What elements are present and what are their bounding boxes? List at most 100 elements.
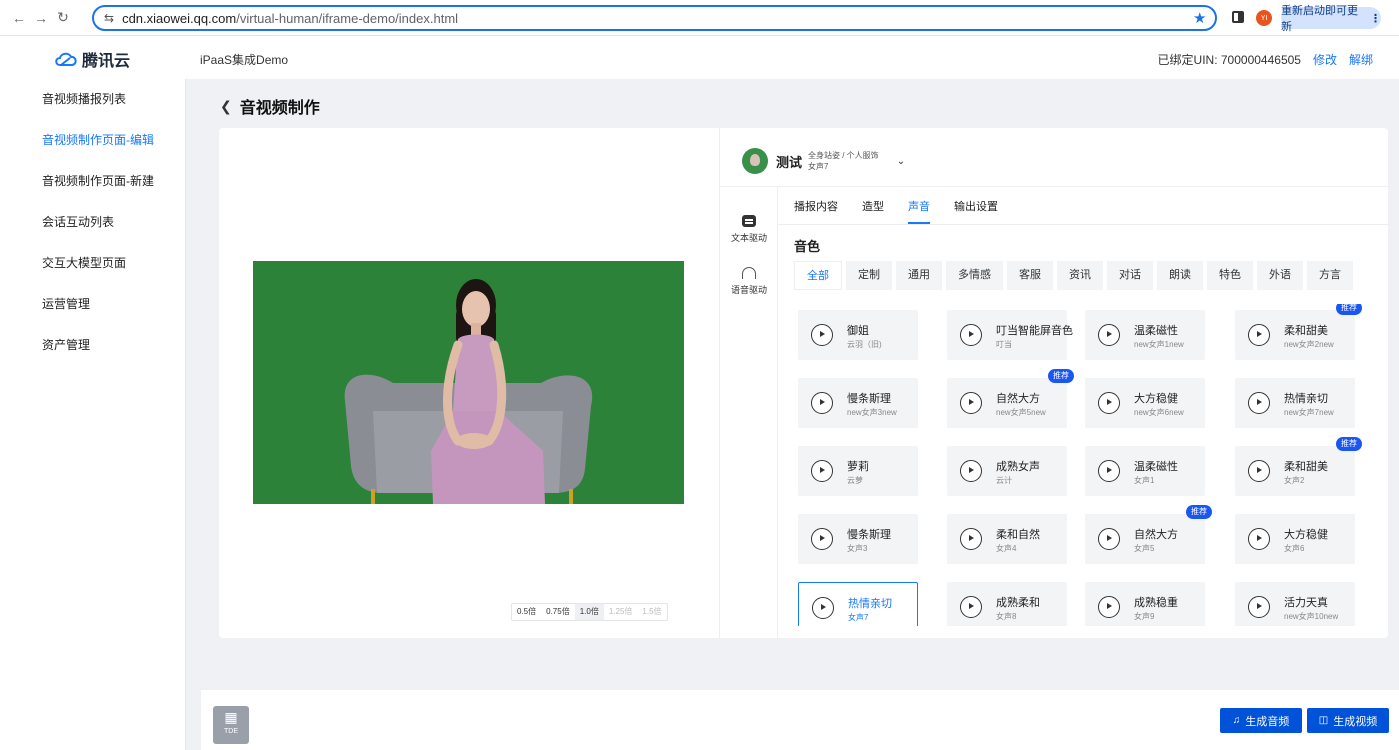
generate-audio-button[interactable]: ♫ 生成音频 <box>1220 708 1302 733</box>
edit-uin-link[interactable]: 修改 <box>1313 51 1337 68</box>
voice-card-grid: 御姐 云羽（旧) 叮当智能屏音色 叮当 温柔磁性 new女声1new 柔和甜美 new女声2n… <box>794 304 1374 626</box>
unbind-uin-link[interactable]: 解绑 <box>1349 51 1373 68</box>
voice-card[interactable]: 温柔磁性 new女声1new <box>1085 310 1205 360</box>
sidebar-item-broadcast-list[interactable]: 音视频播报列表 <box>0 79 185 120</box>
tde-logo: ▦ TDE <box>213 706 249 744</box>
voice-card[interactable]: 成熟稳重 女声9 <box>1085 582 1205 626</box>
video-camera-icon: ◫ <box>1318 715 1329 726</box>
play-icon[interactable] <box>811 460 833 482</box>
play-icon[interactable] <box>960 528 982 550</box>
voice-name: 柔和甜美 <box>1284 325 1328 337</box>
sidebar-item-assets[interactable]: 资产管理 <box>0 325 185 366</box>
speed-option[interactable]: 0.5倍 <box>512 604 541 620</box>
play-icon[interactable] <box>1098 392 1120 414</box>
filter-foreign[interactable]: 外语 <box>1257 261 1303 290</box>
voice-card[interactable]: 萝莉 云萝 <box>798 446 918 496</box>
voice-card[interactable]: 大方稳健 女声6 <box>1235 514 1355 564</box>
play-icon[interactable] <box>1248 324 1270 346</box>
voice-card[interactable]: 大方稳健 new女声6new <box>1085 378 1205 428</box>
voice-card[interactable]: 御姐 云羽（旧) <box>798 310 918 360</box>
config-panel: 测试 全身站姿 / 个人服饰 女声7 ⌄ 文本驱动 语音驱动 播报内容 造型 声… <box>719 128 1389 638</box>
profile-avatar[interactable]: YI <box>1256 10 1272 26</box>
filter-dialogue[interactable]: 对话 <box>1107 261 1153 290</box>
site-settings-icon[interactable]: ⇆ <box>104 11 114 25</box>
voice-card[interactable]: 活力天真 new女声10new <box>1235 582 1355 626</box>
avatar-preview-video[interactable] <box>253 261 684 504</box>
sidebar-item-session-list[interactable]: 会话互动列表 <box>0 202 185 243</box>
voice-name: 温柔磁性 <box>1134 461 1178 473</box>
play-icon[interactable] <box>1248 596 1270 618</box>
sidebar-item-operations[interactable]: 运营管理 <box>0 284 185 325</box>
reload-icon[interactable]: ↻ <box>52 7 74 29</box>
voice-card[interactable]: 柔和甜美 new女声2new 推荐 <box>1235 304 1362 360</box>
play-icon[interactable] <box>1248 392 1270 414</box>
voice-card[interactable]: 慢条斯理 new女声3new <box>798 378 918 428</box>
play-icon[interactable] <box>811 324 833 346</box>
document-icon <box>742 215 756 227</box>
avatar-figure-image <box>253 261 684 504</box>
play-icon[interactable] <box>1098 460 1120 482</box>
tde-logo-text: TDE <box>224 728 238 735</box>
filter-emotional[interactable]: 多情感 <box>946 261 1003 290</box>
voice-card[interactable]: 热情亲切 new女声7new <box>1235 378 1355 428</box>
voice-name: 柔和甜美 <box>1284 461 1328 473</box>
text-drive-mode[interactable]: 文本驱动 <box>720 215 778 244</box>
voice-card[interactable]: 柔和甜美 女声2 推荐 <box>1235 437 1362 496</box>
update-button[interactable]: 重新启动即可更新 ⋮ <box>1281 5 1381 33</box>
divider <box>778 224 1389 225</box>
play-icon[interactable] <box>960 460 982 482</box>
sidebar-item-production-new[interactable]: 音视频制作页面-新建 <box>0 161 185 202</box>
tab-broadcast-content[interactable]: 播报内容 <box>794 198 838 224</box>
tab-output-settings[interactable]: 输出设置 <box>954 198 998 224</box>
play-icon[interactable] <box>811 528 833 550</box>
speed-option-selected[interactable]: 1.0倍 <box>574 604 604 620</box>
play-icon[interactable] <box>1098 596 1120 618</box>
forward-arrow-icon[interactable]: → <box>30 7 52 29</box>
filter-featured[interactable]: 特色 <box>1207 261 1253 290</box>
filter-news[interactable]: 资讯 <box>1057 261 1103 290</box>
cloud-logo-icon <box>55 52 77 66</box>
play-icon[interactable] <box>1098 324 1120 346</box>
filter-custom[interactable]: 定制 <box>846 261 892 290</box>
voice-card[interactable]: 热情亲切 女声7 <box>798 582 918 626</box>
filter-reading[interactable]: 朗读 <box>1157 261 1203 290</box>
play-icon[interactable] <box>812 597 834 619</box>
voice-card[interactable]: 自然大方 new女声5new 推荐 <box>947 369 1074 428</box>
play-icon[interactable] <box>811 392 833 414</box>
filter-all[interactable]: 全部 <box>794 261 842 290</box>
tab-appearance[interactable]: 造型 <box>862 198 884 224</box>
play-icon[interactable] <box>960 324 982 346</box>
play-icon[interactable] <box>1098 528 1120 550</box>
voice-card[interactable]: 成熟柔和 女声8 <box>947 582 1067 626</box>
play-icon[interactable] <box>1248 460 1270 482</box>
tab-voice[interactable]: 声音 <box>908 198 930 224</box>
voice-id: 云羽（旧) <box>847 340 882 349</box>
voice-card[interactable]: 成熟女声 云计 <box>947 446 1067 496</box>
play-icon[interactable] <box>960 596 982 618</box>
voice-card[interactable]: 自然大方 女声5 推荐 <box>1085 505 1212 564</box>
voice-id: new女声6new <box>1134 408 1184 417</box>
filter-dialect[interactable]: 方言 <box>1307 261 1353 290</box>
tencent-cloud-logo[interactable]: 腾讯云 <box>54 47 130 71</box>
filter-service[interactable]: 客服 <box>1007 261 1053 290</box>
back-chevron-icon[interactable]: ❮ <box>220 98 232 115</box>
voice-card[interactable]: 温柔磁性 女声1 <box>1085 446 1205 496</box>
chevron-down-icon[interactable]: ⌄ <box>897 156 905 167</box>
bottom-action-bar: ▦ TDE ♫ 生成音频 ◫ 生成视频 <box>201 690 1399 750</box>
voice-card[interactable]: 叮当智能屏音色 叮当 <box>947 310 1073 360</box>
bookmark-star-icon[interactable]: ★ <box>1193 9 1206 27</box>
filter-general[interactable]: 通用 <box>896 261 942 290</box>
address-bar[interactable]: ⇆ cdn.xiaowei.qq.com/virtual-human/ifram… <box>92 5 1217 31</box>
avatar-selector[interactable]: 测试 全身站姿 / 个人服饰 女声7 ⌄ <box>742 148 905 174</box>
play-icon[interactable] <box>960 392 982 414</box>
generate-video-button[interactable]: ◫ 生成视频 <box>1307 708 1389 733</box>
play-icon[interactable] <box>1248 528 1270 550</box>
voice-drive-mode[interactable]: 语音驱动 <box>720 267 778 296</box>
back-arrow-icon[interactable]: ← <box>8 7 30 29</box>
voice-card[interactable]: 慢条斯理 女声3 <box>798 514 918 564</box>
sidebar-item-production-edit[interactable]: 音视频制作页面-编辑 <box>0 120 185 161</box>
sidebar-item-llm-page[interactable]: 交互大模型页面 <box>0 243 185 284</box>
side-panel-icon[interactable] <box>1232 11 1244 23</box>
voice-card[interactable]: 柔和自然 女声4 <box>947 514 1067 564</box>
speed-option[interactable]: 0.75倍 <box>541 604 575 620</box>
